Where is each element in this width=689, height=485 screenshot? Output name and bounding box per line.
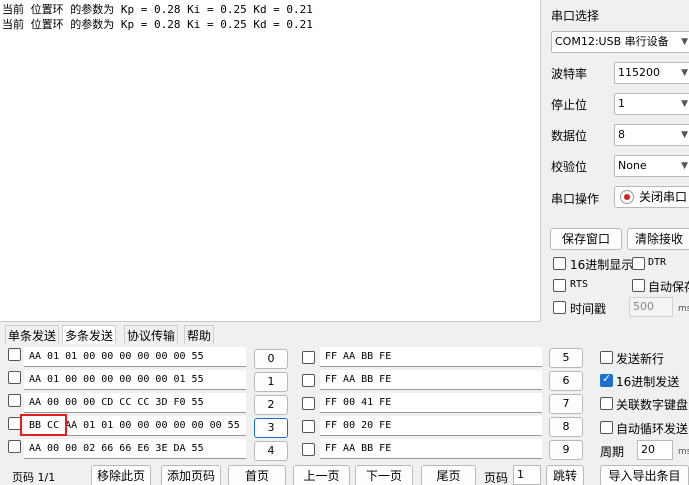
jump-button[interactable]: 跳转: [546, 465, 584, 485]
next-page-button[interactable]: 下一页: [355, 465, 413, 485]
send-row-button[interactable]: 8: [549, 417, 583, 437]
parity-value: None: [618, 159, 647, 172]
port-select-label: 串口选择: [551, 9, 600, 23]
clear-receive-button[interactable]: 清除接收: [627, 228, 689, 250]
timestamp-ms-unit: ms: [678, 304, 689, 314]
chevron-down-icon: ▼: [681, 37, 688, 47]
baud-select[interactable]: 115200 ▼: [614, 62, 689, 84]
send-row-button[interactable]: 0: [254, 349, 288, 369]
hex-send-checkbox[interactable]: [600, 372, 613, 387]
receive-line: 当前 位置环 的参数为 Kp = 0.28 Ki = 0.25 Kd = 0.2…: [2, 3, 313, 16]
dtr-label: DTR: [648, 257, 667, 268]
send-row-button[interactable]: 5: [549, 348, 583, 368]
port-select[interactable]: COM12:USB 串行设备 ▼: [551, 31, 689, 53]
page-label: 页码: [484, 471, 509, 485]
row-checkbox[interactable]: [302, 443, 315, 456]
chevron-down-icon: ▼: [681, 130, 688, 140]
row-checkbox[interactable]: [302, 374, 315, 387]
multi-send-panel: AA 01 01 00 00 00 00 00 00 55 0 AA 01 00…: [0, 344, 689, 465]
timestamp-checkbox[interactable]: [553, 301, 566, 314]
parity-select[interactable]: None ▼: [614, 155, 689, 177]
tab-protocol[interactable]: 协议传输: [124, 325, 179, 345]
highlight-box: [20, 414, 67, 436]
auto-save-label: 自动保存: [648, 280, 689, 294]
send-field[interactable]: FF 00 41 FE: [320, 393, 542, 413]
send-field[interactable]: FF AA BB FE: [320, 439, 542, 459]
remove-page-button[interactable]: 移除此页: [91, 465, 151, 485]
rts-checkbox[interactable]: [553, 279, 566, 292]
send-newline-label: 发送新行: [616, 352, 665, 366]
stopbits-label: 停止位: [551, 98, 588, 112]
hex-display-checkbox[interactable]: [553, 257, 566, 270]
close-port-label: 关闭串口: [639, 190, 688, 204]
parity-label: 校验位: [551, 160, 588, 174]
last-page-button[interactable]: 尾页: [421, 465, 476, 485]
send-field[interactable]: FF AA BB FE: [320, 370, 542, 390]
add-page-button[interactable]: 添加页码: [161, 465, 221, 485]
send-row-button[interactable]: 2: [254, 395, 288, 415]
send-row-button[interactable]: 1: [254, 372, 288, 392]
stopbits-value: 1: [618, 97, 625, 110]
row-checkbox[interactable]: [302, 397, 315, 410]
row-checkbox[interactable]: [8, 440, 21, 453]
numpad-label: 关联数字键盘: [616, 398, 689, 412]
first-page-button[interactable]: 首页: [228, 465, 286, 485]
tab-multi-send[interactable]: 多条发送: [62, 325, 117, 345]
period-label: 周期: [600, 445, 625, 459]
receive-line: 当前 位置环 的参数为 Kp = 0.28 Ki = 0.25 Kd = 0.2…: [2, 18, 313, 31]
send-row-button[interactable]: 6: [549, 371, 583, 391]
timestamp-ms-input[interactable]: 500: [629, 297, 673, 317]
tab-help[interactable]: 帮助: [184, 325, 215, 345]
send-field[interactable]: AA 01 01 00 00 00 00 00 00 55: [24, 347, 246, 367]
save-window-button[interactable]: 保存窗口: [550, 228, 622, 250]
rts-label: RTS: [570, 279, 589, 290]
receive-textarea[interactable]: 当前 位置环 的参数为 Kp = 0.28 Ki = 0.25 Kd = 0.2…: [0, 0, 541, 322]
port-operation-label: 串口操作: [551, 192, 600, 206]
stopbits-select[interactable]: 1 ▼: [614, 93, 689, 115]
row-checkbox[interactable]: [8, 348, 21, 361]
send-field[interactable]: AA 01 00 00 00 00 00 00 01 55: [24, 370, 246, 390]
row-checkbox[interactable]: [8, 394, 21, 407]
period-unit: ms: [678, 447, 689, 457]
chevron-down-icon: ▼: [681, 68, 688, 78]
tab-single-send[interactable]: 单条发送: [5, 325, 60, 345]
databits-label: 数据位: [551, 129, 588, 143]
send-newline-checkbox[interactable]: [600, 351, 613, 364]
databits-select[interactable]: 8 ▼: [614, 124, 689, 146]
period-input[interactable]: 20: [637, 440, 673, 460]
send-field[interactable]: AA 00 00 02 66 66 E6 3E DA 55: [24, 439, 246, 459]
row-checkbox[interactable]: [302, 351, 315, 364]
prev-page-button[interactable]: 上一页: [293, 465, 350, 485]
row-checkbox[interactable]: [8, 371, 21, 384]
numpad-checkbox[interactable]: [600, 397, 613, 410]
send-row-button[interactable]: 7: [549, 394, 583, 414]
row-checkbox[interactable]: [302, 420, 315, 433]
databits-value: 8: [618, 128, 625, 141]
dtr-checkbox[interactable]: [632, 257, 645, 270]
send-row-button[interactable]: 9: [549, 440, 583, 460]
send-row-button[interactable]: 4: [254, 441, 288, 461]
send-row-button[interactable]: 3: [254, 418, 288, 438]
baud-label: 波特率: [551, 67, 588, 81]
timestamp-label: 时间戳: [570, 302, 607, 316]
auto-save-checkbox[interactable]: [632, 279, 645, 292]
record-icon: [620, 190, 634, 204]
loop-send-checkbox[interactable]: [600, 421, 613, 434]
hex-display-label: 16进制显示: [570, 258, 634, 272]
close-port-button[interactable]: 关闭串口: [614, 186, 689, 208]
loop-send-label: 自动循环发送: [616, 422, 689, 436]
page-info: 页码 1/1: [12, 471, 56, 484]
send-field[interactable]: FF AA BB FE: [320, 347, 542, 367]
send-field[interactable]: FF 00 20 FE: [320, 416, 542, 436]
hex-send-label: 16进制发送: [616, 375, 680, 389]
chevron-down-icon: ▼: [681, 161, 688, 171]
chevron-down-icon: ▼: [681, 99, 688, 109]
page-input[interactable]: 1: [513, 465, 541, 485]
import-export-button[interactable]: 导入导出条目: [600, 465, 689, 485]
send-field[interactable]: AA 00 00 00 CD CC CC 3D F0 55: [24, 393, 246, 413]
port-select-value: COM12:USB 串行设备: [555, 35, 669, 48]
baud-value: 115200: [618, 66, 660, 79]
